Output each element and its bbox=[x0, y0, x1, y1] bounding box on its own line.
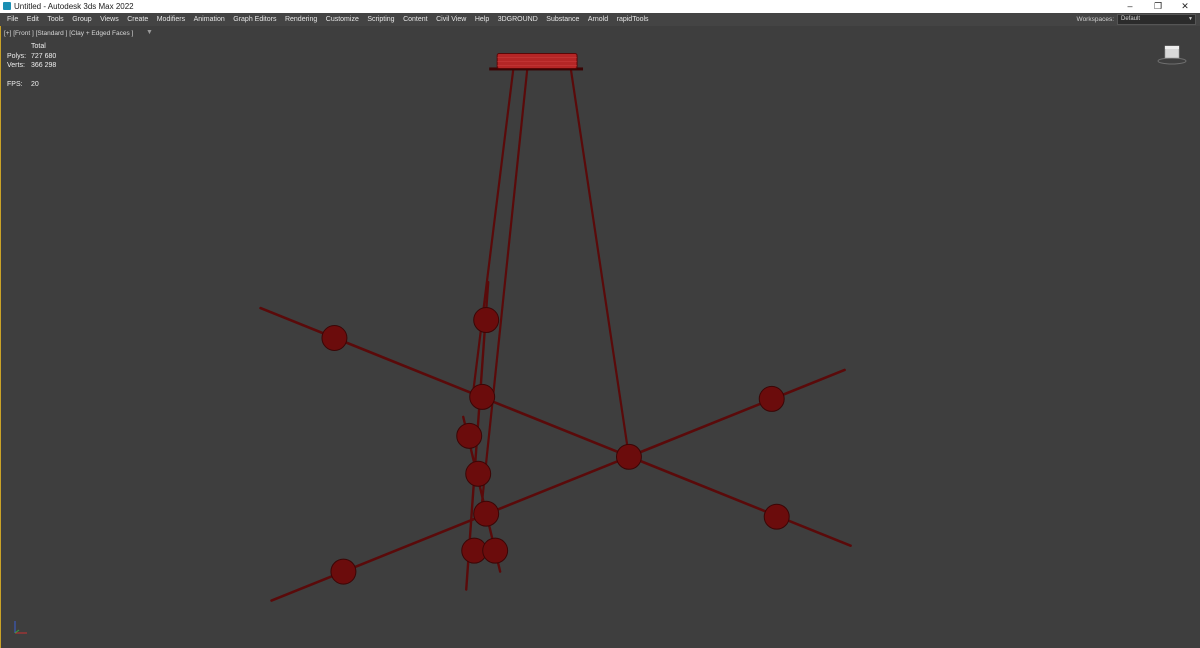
globe-bulbs bbox=[321, 307, 790, 585]
menu-item-arnold[interactable]: Arnold bbox=[584, 13, 612, 26]
menu-item-help[interactable]: Help bbox=[471, 13, 493, 26]
restore-button[interactable]: ❐ bbox=[1146, 0, 1170, 13]
menu-items: File Edit Tools Group Views Create Modifiers An… bbox=[3, 13, 653, 26]
workspaces-label: Workspaces: bbox=[1076, 16, 1114, 23]
minimize-button[interactable]: – bbox=[1118, 0, 1142, 13]
menu-item-rapidtools[interactable]: rapidTools bbox=[613, 13, 653, 26]
suspension-wire bbox=[471, 69, 515, 401]
menu-item-file[interactable]: File bbox=[3, 13, 22, 26]
chevron-down-icon: ▼ bbox=[1188, 16, 1193, 22]
menu-item-3dground[interactable]: 3DGROUND bbox=[494, 13, 542, 26]
menu-item-create[interactable]: Create bbox=[123, 13, 152, 26]
menu-item-views[interactable]: Views bbox=[96, 13, 123, 26]
menu-bar: File Edit Tools Group Views Create Modifiers An… bbox=[0, 13, 1200, 26]
menu-item-customize[interactable]: Customize bbox=[322, 13, 363, 26]
menu-item-scripting[interactable]: Scripting bbox=[363, 13, 398, 26]
front-viewport[interactable]: [+] [Front ] [Standard ] [Clay + Edged F… bbox=[0, 26, 1200, 648]
ceiling-canopy bbox=[489, 52, 584, 71]
app-window: Untitled - Autodesk 3ds Max 2022 – ❐ ✕ F… bbox=[0, 0, 1200, 648]
menu-item-civil-view[interactable]: Civil View bbox=[432, 13, 470, 26]
light-arm bbox=[270, 368, 846, 602]
axis-tripod-icon bbox=[14, 621, 27, 634]
menu-item-modifiers[interactable]: Modifiers bbox=[153, 13, 189, 26]
chandelier-model[interactable] bbox=[1, 26, 1199, 648]
menu-item-rendering[interactable]: Rendering bbox=[281, 13, 321, 26]
workspace-dropdown[interactable]: Default ▼ bbox=[1117, 14, 1196, 25]
close-button[interactable]: ✕ bbox=[1173, 0, 1197, 13]
workspaces: Workspaces: Default ▼ bbox=[1077, 13, 1196, 26]
menu-item-tools[interactable]: Tools bbox=[43, 13, 67, 26]
menu-item-group[interactable]: Group bbox=[68, 13, 95, 26]
window-title: Untitled - Autodesk 3ds Max 2022 bbox=[14, 2, 134, 11]
app-logo-icon bbox=[3, 2, 11, 10]
menu-item-graph-editors[interactable]: Graph Editors bbox=[229, 13, 280, 26]
menu-item-content[interactable]: Content bbox=[399, 13, 432, 26]
suspension-wire bbox=[569, 69, 631, 458]
light-arm bbox=[259, 306, 852, 547]
menu-item-animation[interactable]: Animation bbox=[190, 13, 229, 26]
menu-item-substance[interactable]: Substance bbox=[542, 13, 583, 26]
menu-item-edit[interactable]: Edit bbox=[23, 13, 43, 26]
title-bar: Untitled - Autodesk 3ds Max 2022 – ❐ ✕ bbox=[0, 0, 1200, 13]
workspace-value: Default bbox=[1121, 16, 1141, 22]
